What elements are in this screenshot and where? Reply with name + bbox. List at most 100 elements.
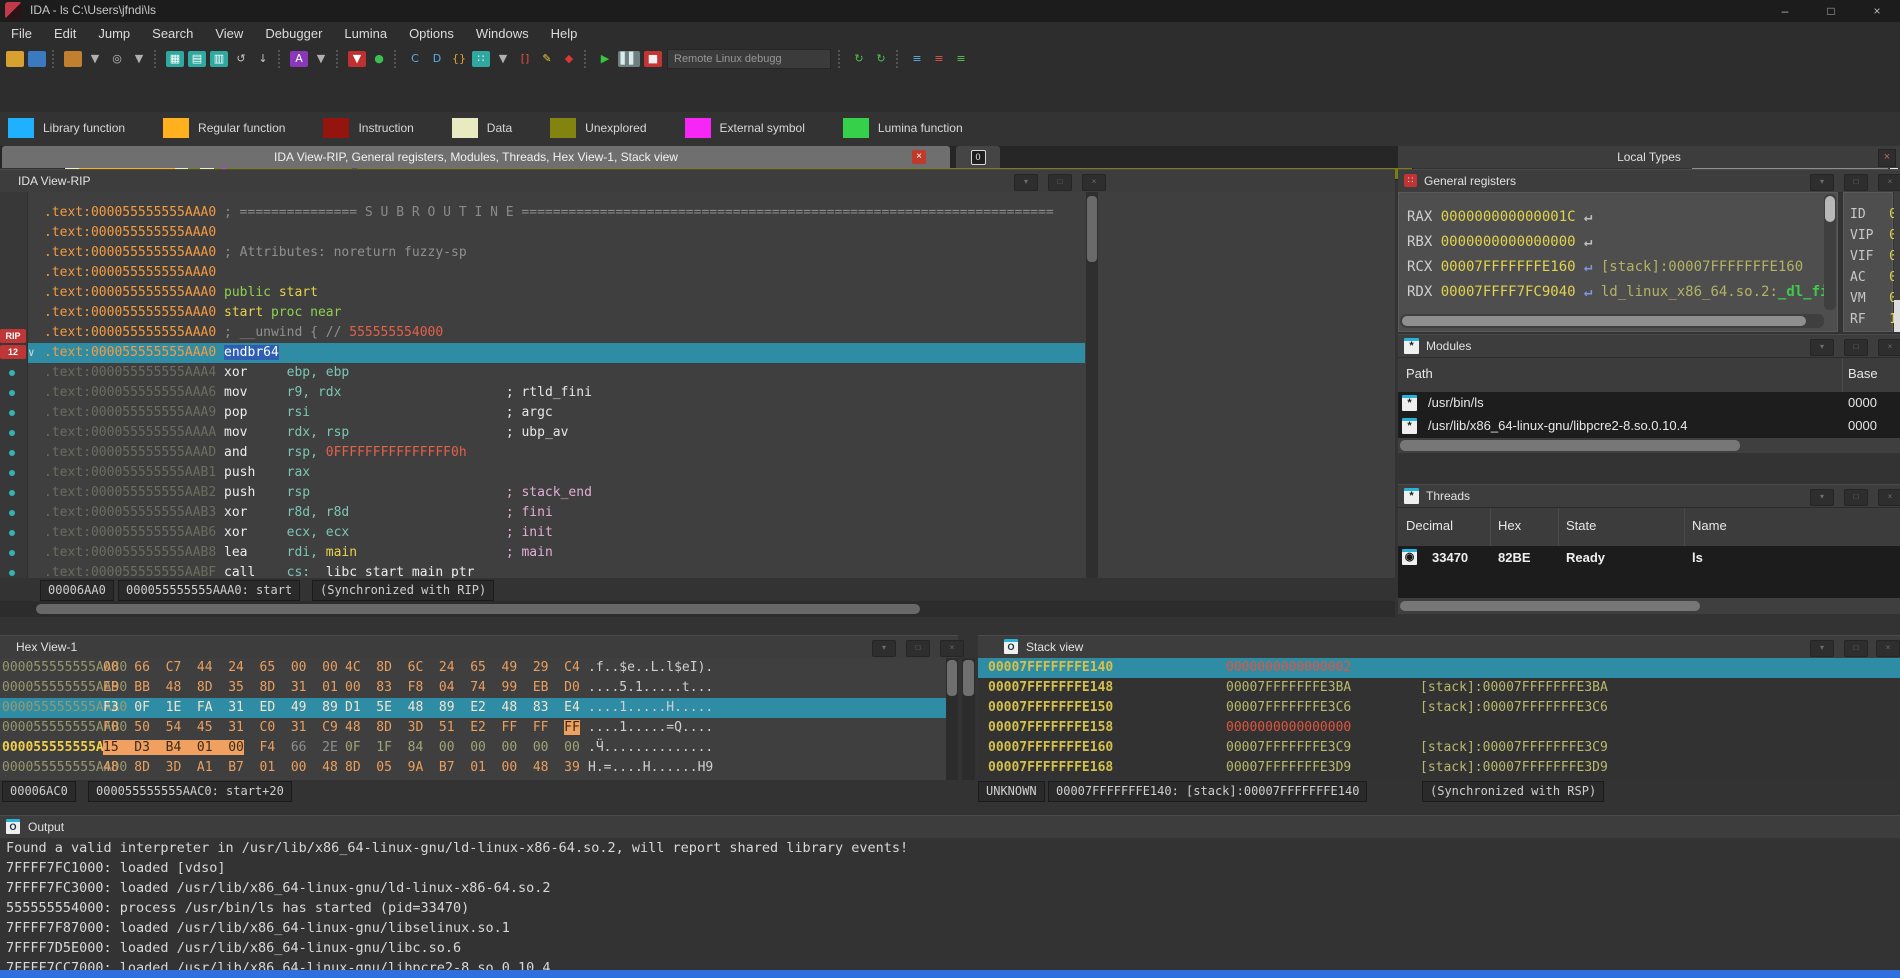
disasm-line[interactable]: .text:000055555555AAA9 pop rsi ; argc bbox=[0, 403, 1395, 423]
threads-horizontal-scrollbar[interactable] bbox=[1398, 598, 1900, 614]
flag-row[interactable]: VM 0 bbox=[1850, 291, 1897, 306]
stack-row[interactable]: 00007FFFFFFFE16000007FFFFFFFE3C9[stack]:… bbox=[978, 738, 1900, 758]
disasm-horizontal-scroll-thumb[interactable] bbox=[36, 604, 920, 614]
flags-scroll-thumb[interactable] bbox=[1894, 300, 1900, 332]
disasm-line[interactable]: .text:000055555555AAB3 xor r8d, r8d ; fi… bbox=[0, 503, 1395, 523]
menu-item-file[interactable]: File bbox=[0, 22, 43, 46]
panel-close-button[interactable]: × bbox=[1878, 174, 1900, 191]
window-list-icon[interactable]: ▥ bbox=[210, 51, 228, 67]
column-divider[interactable] bbox=[1842, 358, 1843, 392]
register-row[interactable]: RCX 00007FFFFFFFE160 ↵ [stack]:00007FFFF… bbox=[1407, 259, 1803, 275]
menu-item-lumina[interactable]: Lumina bbox=[333, 22, 398, 46]
disasm-line[interactable]: .text:000055555555AAAA mov rdx, rsp ; ub… bbox=[0, 423, 1395, 443]
threads-column-state[interactable]: State bbox=[1566, 518, 1596, 533]
disasm-line[interactable]: .text:000055555555AAB8 lea rdi, main ; m… bbox=[0, 543, 1395, 563]
hex-vertical-scroll-thumb[interactable] bbox=[947, 660, 957, 696]
open-file-icon[interactable] bbox=[6, 51, 24, 67]
tab-close-icon[interactable]: × bbox=[912, 150, 926, 164]
output-log[interactable]: Found a valid interpreter in /usr/lib/x8… bbox=[0, 838, 1900, 970]
list-blue-icon[interactable]: ≡ bbox=[908, 51, 926, 67]
panel-close-button[interactable]: × bbox=[940, 640, 964, 657]
window-text-icon[interactable]: ▤ bbox=[188, 51, 206, 67]
stop-process-icon[interactable]: ■ bbox=[644, 51, 662, 67]
breakpoint-icon[interactable]: ▼ bbox=[348, 51, 366, 67]
disassembly-view[interactable]: .text:000055555555AAA0 ; ===============… bbox=[0, 192, 1395, 578]
panel-close-button[interactable]: × bbox=[1082, 174, 1106, 191]
stack-view[interactable]: 00007FFFFFFFE140000000000000000200007FFF… bbox=[978, 658, 1900, 780]
menu-item-search[interactable]: Search bbox=[141, 22, 204, 46]
modules-column-base[interactable]: Base bbox=[1848, 366, 1878, 381]
threads-column-decimal[interactable]: Decimal bbox=[1406, 518, 1453, 533]
stack-row[interactable]: 00007FFFFFFFE14800007FFFFFFFE3BA[stack]:… bbox=[978, 678, 1900, 698]
dropdown-icon[interactable]: ▼ bbox=[494, 51, 512, 67]
hex-row[interactable]: 000055555555AAB0F0 50 54 45 31 C0 31 C94… bbox=[0, 718, 946, 738]
register-row[interactable]: RBX 0000000000000000 ↵ bbox=[1407, 234, 1592, 250]
stack-row[interactable]: 00007FFFFFFFE16800007FFFFFFFE3D9[stack]:… bbox=[978, 758, 1900, 778]
list-green-icon[interactable]: ≡ bbox=[952, 51, 970, 67]
panel-dock-button[interactable]: ▾ bbox=[1810, 489, 1834, 506]
module-row[interactable]: */usr/bin/ls0000 bbox=[1398, 392, 1900, 415]
maximize-button[interactable]: □ bbox=[1808, 0, 1854, 22]
window-grid-icon[interactable]: ▦ bbox=[166, 51, 184, 67]
threads-column-hex[interactable]: Hex bbox=[1498, 518, 1521, 533]
stop-sign-icon[interactable]: ◆ bbox=[560, 51, 578, 67]
stack-row[interactable]: 00007FFFFFFFE1580000000000000000 bbox=[978, 718, 1900, 738]
hex-row[interactable]: 000055555555AA90EB BB 48 8D 35 8D 31 010… bbox=[0, 678, 946, 698]
menu-item-windows[interactable]: Windows bbox=[465, 22, 540, 46]
panel-close-button[interactable]: × bbox=[1878, 339, 1900, 356]
random-icon[interactable]: ∷ bbox=[472, 51, 490, 67]
braces-icon[interactable]: {} bbox=[450, 51, 468, 67]
disasm-line[interactable]: .text:000055555555AAB1 push rax bbox=[0, 463, 1395, 483]
flag-row[interactable]: VIP 0 bbox=[1850, 228, 1897, 243]
stack-vertical-scroll-thumb[interactable] bbox=[963, 660, 974, 696]
analysis-icon[interactable]: A bbox=[290, 51, 308, 67]
disasm-line[interactable]: .text:000055555555AAA4 xor ebp, ebp bbox=[0, 363, 1395, 383]
pause-process-icon[interactable]: ▌▌ bbox=[618, 51, 640, 67]
disasm-line[interactable]: ∨.text:000055555555AAA0 endbr64 bbox=[0, 343, 1395, 363]
disasm-line[interactable]: .text:000055555555AABF call cs:__libc_st… bbox=[0, 563, 1395, 578]
modules-table[interactable]: */usr/bin/ls0000*/usr/lib/x86_64-linux-g… bbox=[1398, 392, 1900, 438]
debugger-selector[interactable]: Remote Linux debugg bbox=[667, 49, 831, 69]
flag-row[interactable]: ID 0 bbox=[1850, 207, 1897, 222]
tab-desktop-views[interactable]: IDA View-RIP, General registers, Modules… bbox=[2, 146, 950, 168]
list-red-icon[interactable]: ≡ bbox=[930, 51, 948, 67]
disasm-line[interactable]: .text:000055555555AAA0 bbox=[0, 223, 1395, 243]
menu-item-help[interactable]: Help bbox=[540, 22, 589, 46]
panel-maximize-button[interactable]: □ bbox=[1048, 174, 1072, 191]
panel-maximize-button[interactable]: □ bbox=[906, 640, 930, 657]
menu-item-jump[interactable]: Jump bbox=[87, 22, 141, 46]
panel-maximize-button[interactable]: □ bbox=[1844, 174, 1868, 191]
disasm-line[interactable]: .text:000055555555AAB6 xor ecx, ecx ; in… bbox=[0, 523, 1395, 543]
panel-close-button[interactable]: × bbox=[1876, 640, 1900, 657]
menu-item-view[interactable]: View bbox=[204, 22, 254, 46]
modules-scroll-thumb[interactable] bbox=[1400, 440, 1740, 451]
search-icon[interactable]: ◎ bbox=[108, 51, 126, 67]
key-icon[interactable] bbox=[64, 51, 82, 67]
threads-table[interactable]: ◉3347082BEReadyls bbox=[1398, 546, 1900, 598]
dropdown-icon[interactable]: ▼ bbox=[86, 51, 104, 67]
panel-maximize-button[interactable]: □ bbox=[1844, 489, 1868, 506]
disasm-line[interactable]: .text:000055555555AAB2 push rsp ; stack_… bbox=[0, 483, 1395, 503]
tab-local-types[interactable]: Local Types bbox=[1398, 146, 1900, 168]
panel-dock-button[interactable]: ▾ bbox=[872, 640, 896, 657]
column-divider[interactable] bbox=[1684, 508, 1685, 546]
dropdown-icon[interactable]: ▼ bbox=[130, 51, 148, 67]
panel-dock-button[interactable]: ▾ bbox=[1810, 339, 1834, 356]
debugger-setup-icon[interactable]: D bbox=[428, 51, 446, 67]
panel-dock-button[interactable]: ▾ bbox=[1014, 174, 1038, 191]
thread-row[interactable]: ◉3347082BEReadyls bbox=[1398, 546, 1900, 570]
tab-output[interactable]: 0 bbox=[956, 146, 1000, 168]
disasm-line[interactable]: .text:000055555555AAAD and rsp, 0FFFFFFF… bbox=[0, 443, 1395, 463]
panel-dock-button[interactable]: ▾ bbox=[1810, 640, 1834, 657]
disasm-line[interactable]: .text:000055555555AAA0 ; Attributes: nor… bbox=[0, 243, 1395, 263]
flags-panel[interactable]: ID 0VIP 0VIF 0AC 0VM 0RF 1 bbox=[1843, 192, 1893, 332]
disasm-line[interactable]: .text:000055555555AAA0 bbox=[0, 263, 1395, 283]
minimize-button[interactable]: – bbox=[1762, 0, 1808, 22]
panel-close-button[interactable]: × bbox=[1878, 489, 1900, 506]
modules-horizontal-scrollbar[interactable] bbox=[1398, 438, 1900, 453]
register-row[interactable]: RDX 00007FFFF7FC9040 ↵ ld_linux_x86_64.s… bbox=[1407, 284, 1837, 300]
brackets-icon[interactable]: [] bbox=[516, 51, 534, 67]
threads-column-name[interactable]: Name bbox=[1692, 518, 1727, 533]
registers-panel[interactable]: RAX 000000000000001C ↵RBX 00000000000000… bbox=[1398, 192, 1838, 332]
module-row[interactable]: */usr/lib/x86_64-linux-gnu/libpcre2-8.so… bbox=[1398, 415, 1900, 438]
